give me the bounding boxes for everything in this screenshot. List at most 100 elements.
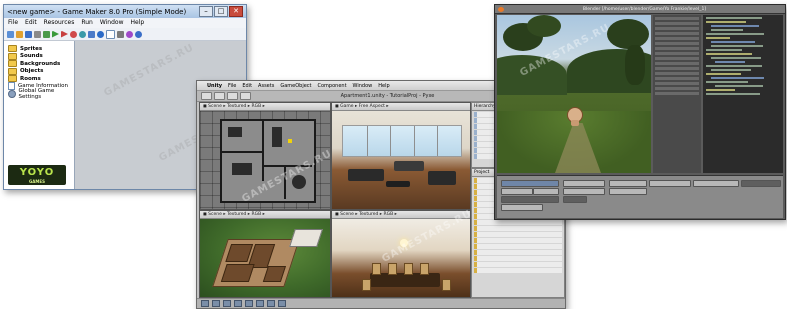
folder-icon (8, 52, 17, 60)
new-icon[interactable] (7, 30, 14, 38)
gm-menu-help[interactable]: Help (131, 18, 145, 28)
dock-app-icon[interactable] (256, 300, 264, 307)
unity-menu-unity[interactable]: Unity (207, 83, 222, 89)
floor-plan-render[interactable] (200, 111, 330, 209)
list-item[interactable] (474, 226, 562, 231)
tree-item-backgrounds[interactable]: Backgrounds (4, 60, 74, 68)
logo-text: YOYO (19, 167, 55, 178)
minimize-icon[interactable]: – (199, 6, 213, 17)
blender-header: Blender [/home/user/blender/Game/Yo Fran… (495, 5, 785, 14)
move-tool-icon[interactable] (214, 92, 225, 100)
add-sprite-icon[interactable] (70, 30, 77, 38)
publish-icon[interactable] (43, 30, 50, 38)
dynamic-button[interactable] (563, 196, 587, 203)
house-model (212, 239, 300, 287)
list-item[interactable] (474, 268, 562, 273)
dock-app-icon[interactable] (278, 300, 286, 307)
living-room-render[interactable] (332, 111, 470, 209)
maximize-icon[interactable]: □ (214, 6, 228, 17)
unity-menu-gameobject[interactable]: GameObject (280, 83, 311, 89)
folder-icon (8, 45, 17, 53)
sensor-button[interactable] (609, 180, 647, 187)
add-room-icon[interactable] (106, 29, 115, 39)
debug-icon[interactable] (61, 30, 68, 38)
gm-menu-bar: File Edit Resources Run Window Help (4, 18, 246, 28)
blender-logo-icon[interactable] (498, 6, 504, 12)
dock-app-icon[interactable] (245, 300, 253, 307)
actuator-button[interactable] (741, 180, 781, 187)
run-icon[interactable] (52, 30, 59, 38)
script-text-editor[interactable] (703, 15, 783, 173)
save-icon[interactable] (25, 30, 32, 38)
game-viewport[interactable] (497, 15, 651, 173)
add-sound-icon[interactable] (79, 30, 86, 38)
tree-label: Backgrounds (20, 60, 61, 67)
scene-view-dining[interactable]: ◼ Scene ▸ Textured ▸ RGB ▸ (331, 210, 471, 298)
gm-menu-run[interactable]: Run (81, 18, 93, 28)
property-button[interactable] (533, 188, 559, 195)
list-item[interactable] (474, 256, 562, 261)
dock-app-icon[interactable] (267, 300, 275, 307)
gm-title-bar[interactable]: <new game> - Game Maker 8.0 Pro (Simple … (4, 5, 246, 18)
unity-menu-help[interactable]: Help (378, 83, 389, 89)
close-icon[interactable]: ✕ (229, 6, 243, 17)
scene-view-top[interactable]: ◼ Scene ▸ Textured ▸ RGB ▸ (199, 102, 331, 210)
unity-menu-edit[interactable]: Edit (242, 83, 252, 89)
unity-window-title: Apartment1.unity - TutorialProj - Pyxe (340, 93, 435, 99)
selected-object-marker[interactable] (288, 139, 292, 143)
property-button[interactable] (501, 204, 543, 211)
view-header: ◼ Scene ▸ Textured ▸ RGB ▸ (332, 211, 470, 219)
gm-menu-window[interactable]: Window (100, 18, 124, 28)
dock-app-icon[interactable] (234, 300, 242, 307)
dock-app-icon[interactable] (201, 300, 209, 307)
list-item[interactable] (474, 238, 562, 243)
tree-label: Sounds (20, 53, 43, 60)
buttons-window (497, 175, 783, 218)
open-icon[interactable] (16, 30, 23, 38)
tree-item-global-game-settings[interactable]: Global Game Settings (4, 88, 74, 100)
list-item[interactable] (474, 262, 562, 267)
tree-item-sounds[interactable]: Sounds (4, 52, 74, 61)
game-view-living-room[interactable]: ◼ Game ▸ Free Aspect ▸ (331, 102, 471, 210)
yoyo-games-logo: YOYO GAMES (8, 165, 66, 185)
dock-app-icon[interactable] (223, 300, 231, 307)
unity-menu-assets[interactable]: Assets (258, 83, 274, 89)
dining-room-render[interactable] (332, 219, 470, 297)
help-icon[interactable] (135, 30, 142, 38)
rotate-tool-icon[interactable] (227, 92, 238, 100)
list-item[interactable] (474, 244, 562, 249)
scene-view-aerial[interactable]: ◼ Scene ▸ Textured ▸ RGB ▸ (199, 210, 331, 298)
list-item[interactable] (474, 250, 562, 255)
gm-menu-edit[interactable]: Edit (25, 18, 37, 28)
ghost-button[interactable] (563, 188, 605, 195)
hand-tool-icon[interactable] (201, 92, 212, 100)
property-button[interactable] (501, 188, 533, 195)
scale-tool-icon[interactable] (240, 92, 251, 100)
unity-menu-window[interactable]: Window (353, 83, 373, 89)
logic-list-panel[interactable] (653, 15, 701, 173)
logo-subtext: GAMES (29, 179, 45, 184)
add-background-icon[interactable] (88, 30, 95, 38)
frankie-character[interactable] (567, 107, 583, 126)
gm-toolbar (4, 28, 246, 41)
game-information-icon[interactable] (117, 30, 124, 38)
unity-menu-component[interactable]: Component (318, 83, 347, 89)
list-item[interactable] (474, 220, 562, 225)
aerial-house-render[interactable] (200, 219, 330, 297)
gm-menu-resources[interactable]: Resources (44, 18, 75, 28)
actuator-button[interactable] (693, 180, 739, 187)
tree-item-sprites[interactable]: Sprites (4, 45, 74, 53)
create-executable-icon[interactable] (34, 30, 41, 38)
add-object-icon[interactable] (97, 30, 104, 38)
list-item[interactable] (474, 232, 562, 237)
tree-item-objects[interactable]: Objects (4, 67, 74, 76)
global-settings-icon[interactable] (126, 30, 133, 38)
dock-app-icon[interactable] (212, 300, 220, 307)
actor-button[interactable] (563, 180, 605, 187)
logic-button[interactable] (501, 180, 559, 187)
gm-menu-file[interactable]: File (8, 18, 18, 28)
sensor-button[interactable] (609, 188, 647, 195)
property-button[interactable] (501, 196, 559, 203)
controller-button[interactable] (649, 180, 691, 187)
unity-menu-file[interactable]: File (228, 83, 236, 89)
